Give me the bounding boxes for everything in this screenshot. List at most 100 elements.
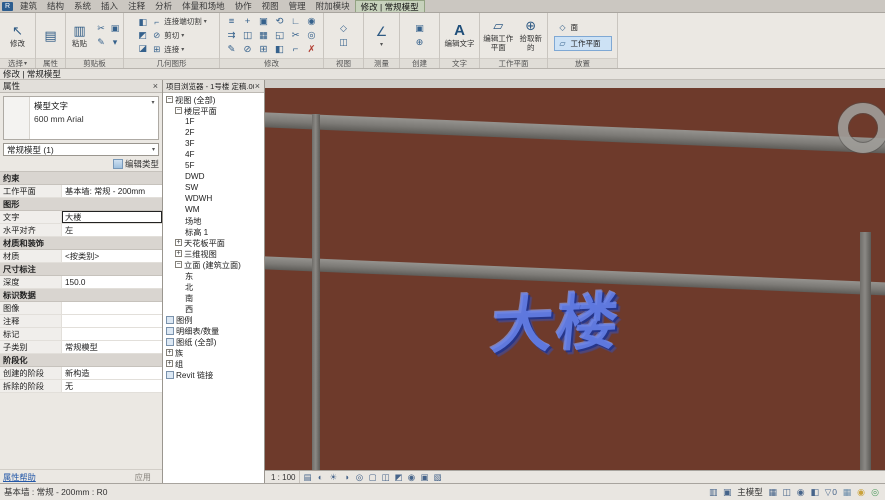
tree-item[interactable]: 场地 — [163, 215, 264, 226]
tree-item[interactable]: 4F — [163, 149, 264, 160]
viewport-canvas[interactable]: 大楼 — [265, 88, 885, 470]
structural-beam[interactable] — [265, 112, 885, 155]
move-icon[interactable]: + — [240, 15, 256, 29]
select-by-face-icon[interactable]: ◧ — [809, 486, 821, 498]
tree-item[interactable]: −视图 (全部) — [163, 94, 264, 105]
property-value[interactable]: 无 — [62, 380, 162, 392]
expander-plus-icon[interactable]: + — [166, 360, 173, 367]
ribbon-tab-contextual[interactable]: 修改 | 常规模型 — [355, 0, 425, 12]
clipboard-panel-label[interactable]: 剪贴板 — [66, 58, 123, 68]
ribbon-tab-4[interactable]: 插入 — [96, 0, 123, 12]
cope-button[interactable]: ⌐连接端切割▾ — [151, 15, 207, 29]
text-panel-label[interactable]: 文字 — [440, 58, 479, 68]
select-underlay-icon[interactable]: ◫ — [781, 486, 793, 498]
reveal-hidden-elements-icon[interactable]: ◉ — [405, 472, 417, 483]
property-value[interactable] — [62, 302, 162, 314]
geometry-panel-label[interactable]: 几何图形 — [124, 58, 219, 68]
structural-column[interactable] — [860, 232, 871, 470]
sun-path-icon[interactable]: ☀ — [327, 472, 339, 483]
tree-item[interactable]: DWD — [163, 171, 264, 182]
tree-item[interactable]: WDWH — [163, 193, 264, 204]
tree-item[interactable]: +组 — [163, 358, 264, 369]
measure-panel-label[interactable]: 测量 — [364, 58, 399, 68]
tree-item[interactable]: 2F — [163, 127, 264, 138]
ribbon-tab-10[interactable]: 管理 — [284, 0, 311, 12]
selected-model-text[interactable]: 大楼 — [488, 292, 623, 359]
ribbon-tab-3[interactable]: 系统 — [69, 0, 96, 12]
ribbon-tab-2[interactable]: 结构 — [42, 0, 69, 12]
select-pinned-icon[interactable]: ◉ — [795, 486, 807, 498]
edit-type-button[interactable]: 编辑类型 — [113, 158, 159, 170]
structural-column[interactable] — [312, 114, 320, 470]
cut-icon[interactable]: ⊘ — [240, 43, 256, 57]
copy-to-clipboard-icon[interactable]: ▣ — [109, 22, 122, 35]
copy-icon[interactable]: ▣ — [256, 15, 272, 29]
expander-minus-icon[interactable]: − — [175, 261, 182, 268]
paste-button[interactable]: ▥ 粘贴 — [67, 23, 93, 49]
view-panel-label[interactable]: 视图 — [324, 58, 363, 68]
tree-item[interactable]: 标高 1 — [163, 226, 264, 237]
tree-item[interactable]: SW — [163, 182, 264, 193]
property-value[interactable]: <按类别> — [62, 250, 162, 262]
align-icon[interactable]: ≡ — [224, 15, 240, 29]
render-icon[interactable]: ◎ — [353, 472, 365, 483]
scale-icon[interactable]: ◱ — [272, 29, 288, 43]
tree-item[interactable]: 南 — [163, 292, 264, 303]
delete-icon[interactable]: ✗ — [304, 43, 320, 57]
edit-workplane-button[interactable]: ▱ 编辑工作平面 — [482, 18, 514, 52]
background-processes-icon[interactable]: ▦ — [841, 486, 853, 498]
placement-workplane-option[interactable]: ▱工作平面 — [554, 36, 612, 51]
paint-small-icon[interactable]: ◧ — [272, 43, 288, 57]
property-group-header[interactable]: 材质和装饰 — [0, 237, 162, 250]
property-value[interactable]: 常规模型 — [62, 341, 162, 353]
ribbon-tab-7[interactable]: 体量和场地 — [177, 0, 230, 12]
editable-only-icon[interactable]: ◉ — [855, 486, 867, 498]
tree-item[interactable]: +族 — [163, 347, 264, 358]
property-value[interactable]: 大楼 — [62, 211, 162, 223]
property-value[interactable]: 150.0 — [62, 276, 162, 288]
unpin-icon[interactable]: ◎ — [304, 29, 320, 43]
expander-minus-icon[interactable]: − — [175, 107, 182, 114]
property-value[interactable] — [62, 315, 162, 327]
temporary-view-properties-icon[interactable]: ▣ — [418, 472, 430, 483]
default-3d-view-icon[interactable]: ◇ — [337, 22, 350, 35]
tree-item[interactable]: Revit 链接 — [163, 369, 264, 380]
visual-style-icon[interactable]: ◐ — [314, 472, 326, 483]
split-element-icon[interactable]: ✂ — [288, 29, 304, 43]
array-icon[interactable]: ▦ — [256, 29, 272, 43]
mirror-icon[interactable]: ◫ — [240, 29, 256, 43]
properties-toggle-button[interactable]: ▤ — [38, 28, 64, 44]
pin-icon[interactable]: ◉ — [304, 15, 320, 29]
property-value[interactable] — [62, 328, 162, 340]
split-face-icon[interactable]: ◩ — [136, 29, 149, 42]
type-selector-arrow-icon[interactable]: ▾ — [148, 97, 158, 139]
match-type-properties-icon[interactable]: ✎ — [95, 36, 108, 49]
properties-panel-label[interactable]: 属性 — [36, 58, 65, 68]
tree-item[interactable]: 西 — [163, 303, 264, 314]
property-value[interactable]: 基本墙: 常规 - 200mm — [62, 185, 162, 197]
property-group-header[interactable]: 阶段化 — [0, 354, 162, 367]
trim-single-icon[interactable]: ⌐ — [288, 43, 304, 57]
shadows-icon[interactable]: ◑ — [340, 472, 352, 483]
placement-panel-label[interactable]: 放置 — [548, 58, 617, 68]
tree-item[interactable]: 5F — [163, 160, 264, 171]
tree-item[interactable]: +三维视图 — [163, 248, 264, 259]
create-group-icon[interactable]: ▣ — [413, 22, 426, 35]
selection-filter-button[interactable]: ▽ 0 — [825, 487, 837, 498]
expander-plus-icon[interactable]: + — [166, 349, 173, 356]
temporary-hide-isolate-icon[interactable]: ◩ — [392, 472, 404, 483]
modify-panel-label[interactable]: 修改 — [220, 58, 323, 68]
project-browser-header[interactable]: 项目浏览器 - 1号楼 定稿.00 × — [163, 80, 264, 93]
app-menu-icon[interactable]: R — [2, 2, 13, 11]
demolish-icon[interactable]: ◪ — [136, 42, 149, 55]
ribbon-tab-11[interactable]: 附加模块 — [311, 0, 355, 12]
drag-selection-toggle-icon[interactable]: ◎ — [869, 486, 881, 498]
tree-item[interactable]: 3F — [163, 138, 264, 149]
paint-icon[interactable]: ◧ — [136, 16, 149, 29]
instance-filter-dropdown[interactable]: 常规模型 (1) ▾ — [3, 143, 159, 156]
ribbon-tab-5[interactable]: 注释 — [123, 0, 150, 12]
property-group-header[interactable]: 约束 — [0, 172, 162, 185]
properties-help-link[interactable]: 属性帮助 — [3, 471, 36, 483]
rotate-icon[interactable]: ⟲ — [272, 15, 288, 29]
tree-item[interactable]: −楼层平面 — [163, 105, 264, 116]
